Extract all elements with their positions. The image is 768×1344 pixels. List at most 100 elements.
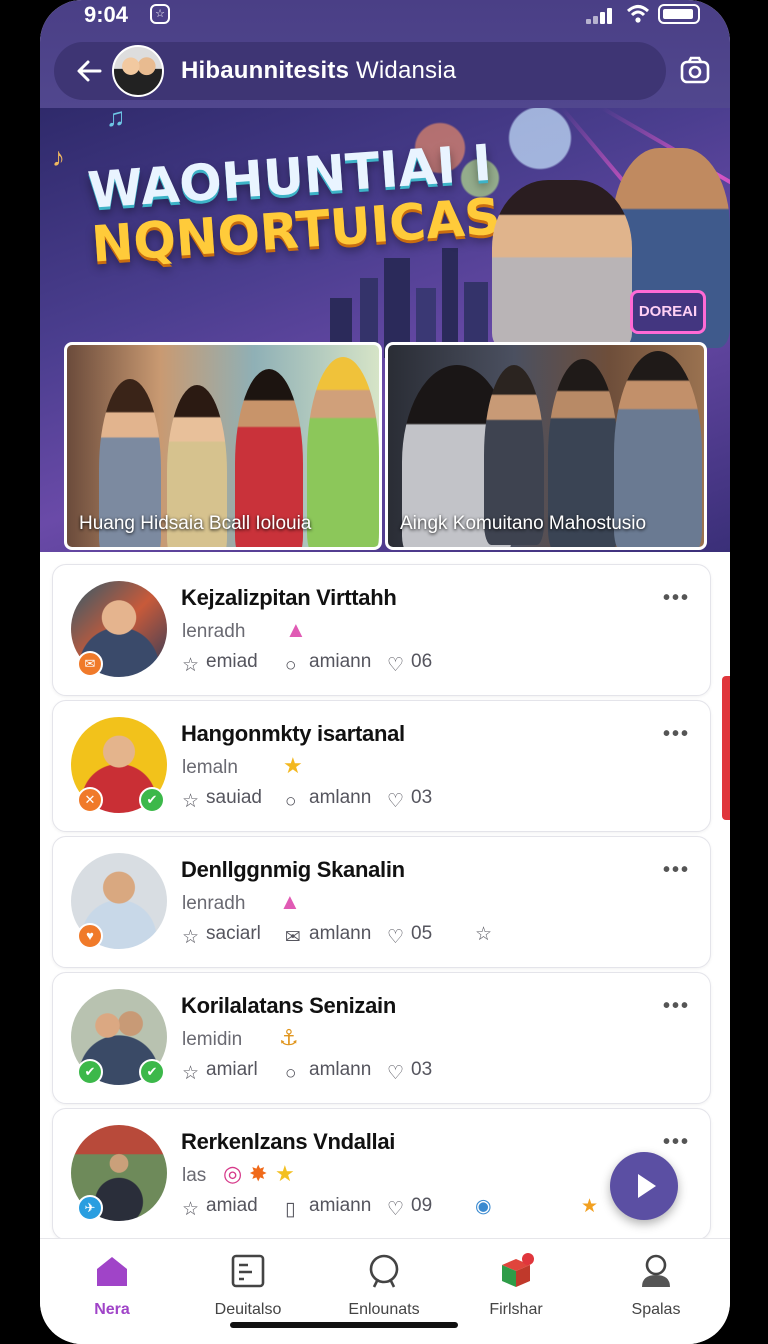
status-time: 9:04 (84, 2, 129, 27)
more-options-icon[interactable]: ••• (663, 587, 690, 610)
meta-stat: ♡ 03 (387, 787, 433, 812)
gift-icon (502, 1253, 534, 1287)
nav-item-search[interactable]: Enlounats (324, 1249, 444, 1319)
more-options-icon[interactable]: ••• (663, 1131, 690, 1154)
star-outline-icon: ☆ (182, 927, 200, 948)
nav-item-profile[interactable]: Spalas (596, 1249, 716, 1319)
member-name: Korilalatans Senizain (181, 993, 396, 1018)
signal-icon (586, 6, 620, 24)
star-icon: ★ (283, 753, 303, 778)
member-name: Denllggnmig Skanalin (181, 857, 405, 882)
nav-label: Nera (94, 1301, 130, 1318)
meta-stat: ☆ saciarl (182, 923, 261, 948)
location-pin-icon[interactable]: ◉ (475, 1195, 492, 1218)
star-icon: ★ (275, 1161, 295, 1186)
play-button[interactable] (610, 1152, 678, 1220)
mail-icon: ✉ (285, 927, 301, 948)
more-options-icon[interactable]: ••• (663, 859, 690, 882)
photo-card[interactable]: Aingk Komuitano Mahostusio (385, 342, 707, 550)
member-subtitle: lenradh (182, 893, 246, 914)
top-bar: 9:04 ☆ Hibaunnitesits Widansia (40, 0, 730, 108)
photo-card[interactable]: Huang Hidsaia Bcall Iolouia (64, 342, 382, 550)
member-name: Kejzalizpitan Virttahh (181, 585, 397, 610)
more-options-icon[interactable]: ••• (663, 995, 690, 1018)
camera-icon[interactable] (680, 56, 710, 84)
meta-stat: ♡ 05 (387, 923, 433, 948)
photo-caption: Aingk Komuitano Mahostusio (400, 513, 647, 534)
rainbow-icon: ▲ (279, 889, 301, 914)
status-badge: ♥ (77, 923, 103, 949)
list-item[interactable]: ✕ ✔ Hangonmkty isartanal lemaln ★ ☆ sauia… (52, 700, 711, 832)
star-outline-icon: ☆ (182, 655, 200, 676)
nav-label: Firlshar (489, 1301, 543, 1318)
heart-icon: ♡ (387, 927, 405, 948)
meta-stat: ☆ amiad (182, 1195, 258, 1220)
group-avatar[interactable] (112, 45, 164, 97)
nav-label: Spalas (631, 1301, 681, 1318)
meta-stat: ○ amiann (285, 651, 372, 676)
bookmark-icon: ▯ (285, 1199, 296, 1220)
status-badge: ✔ (139, 1059, 165, 1085)
profile-icon (642, 1254, 670, 1287)
star-outline-icon: ☆ (182, 1063, 200, 1084)
member-subtitle: las (182, 1165, 207, 1186)
chat-header[interactable]: Hibaunnitesits Widansia (54, 42, 666, 100)
nav-item-dashboard[interactable]: Deuitalso (188, 1249, 308, 1319)
status-badge: ✉ (77, 651, 103, 677)
phone-screen: 9:04 ☆ Hibaunnitesits Widansia ♪ ♫ WAOHU… (40, 0, 730, 1344)
meta-stat: ☆ sauiad (182, 787, 262, 812)
meta-stat: ♡ 03 (387, 1059, 433, 1084)
heart-icon: ♡ (387, 1199, 405, 1220)
star-icon: ★ (581, 1196, 599, 1217)
meta-stat: ✉ amlann (285, 923, 372, 948)
member-name: Rerkenlzans Vndallai (181, 1129, 396, 1154)
instagram-icon: ◎ (223, 1161, 243, 1186)
list-item[interactable]: ✉ Kejzalizpitan Virttahh lenradh ▲ ☆ emia… (52, 564, 711, 696)
meta-stat: ○ amlann (285, 1059, 372, 1084)
nav-item-gift[interactable]: Firlshar (456, 1249, 576, 1319)
meta-stat: ○ amlann (285, 787, 372, 812)
meta-stat: ▯ amiann (285, 1195, 372, 1220)
status-badge: ✔ (139, 787, 165, 813)
nav-label: Enlounats (348, 1301, 420, 1318)
more-options-icon[interactable]: ••• (663, 723, 690, 746)
neon-sign: DOREAI (630, 290, 706, 334)
nav-label: Deuitalso (214, 1301, 282, 1318)
back-arrow-icon[interactable] (74, 56, 104, 86)
meta-stat: ☆ emiad (182, 651, 258, 676)
dashboard-icon (231, 1254, 265, 1288)
member-subtitle: lenradh (182, 621, 246, 642)
star-outline-icon: ☆ (182, 1199, 200, 1220)
person-figure (307, 357, 379, 547)
meta-stat: ♡ 06 (387, 651, 433, 676)
rainbow-icon: ▲ (285, 617, 307, 642)
notification-status-icon: ☆ (150, 4, 170, 24)
location-icon: ○ (285, 791, 297, 812)
status-badge: ✔ (77, 1059, 103, 1085)
music-note-icon: ♪ (52, 142, 65, 172)
home-indicator[interactable] (230, 1322, 458, 1328)
location-icon: ○ (285, 655, 297, 676)
search-icon (369, 1254, 399, 1288)
heart-icon: ♡ (387, 791, 405, 812)
heart-icon: ♡ (387, 655, 405, 676)
nav-item-home[interactable]: Nera (52, 1249, 172, 1319)
bottom-nav: Nera Deuitalso Enlounats Firlshar Spalas (40, 1238, 730, 1344)
wifi-icon (626, 5, 650, 23)
member-list[interactable]: ✉ Kejzalizpitan Virttahh lenradh ▲ ☆ emia… (40, 552, 730, 1238)
meta-stat: ☆ amiarl (182, 1059, 258, 1084)
star-outline-icon: ☆ (182, 791, 200, 812)
sparkle-icon: ✸ (249, 1161, 268, 1186)
member-subtitle: lemaln (182, 757, 238, 778)
link-icon: ⚓ (279, 1025, 299, 1050)
list-item[interactable]: ♥ Denllggnmig Skanalin lenradh ▲ ☆ saciar… (52, 836, 711, 968)
photo-caption: Huang Hidsaia Bcall Iolouia (79, 513, 312, 534)
heart-icon: ♡ (387, 1063, 405, 1084)
hero-banner[interactable]: ♪ ♫ ♪ WAOHUNTIAI I NQNORTUICAS DOREAI Hu… (40, 108, 730, 552)
member-subtitle: lemidin (182, 1029, 243, 1050)
star-outline-icon[interactable]: ☆ (475, 923, 492, 946)
list-item[interactable]: ✔ ✔ Korilalatans Senizain lemidin ⚓ ☆ ami… (52, 972, 711, 1104)
scroll-indicator[interactable] (722, 676, 730, 820)
meta-stat: ♡ 09 (387, 1195, 433, 1220)
location-icon: ○ (285, 1063, 297, 1084)
